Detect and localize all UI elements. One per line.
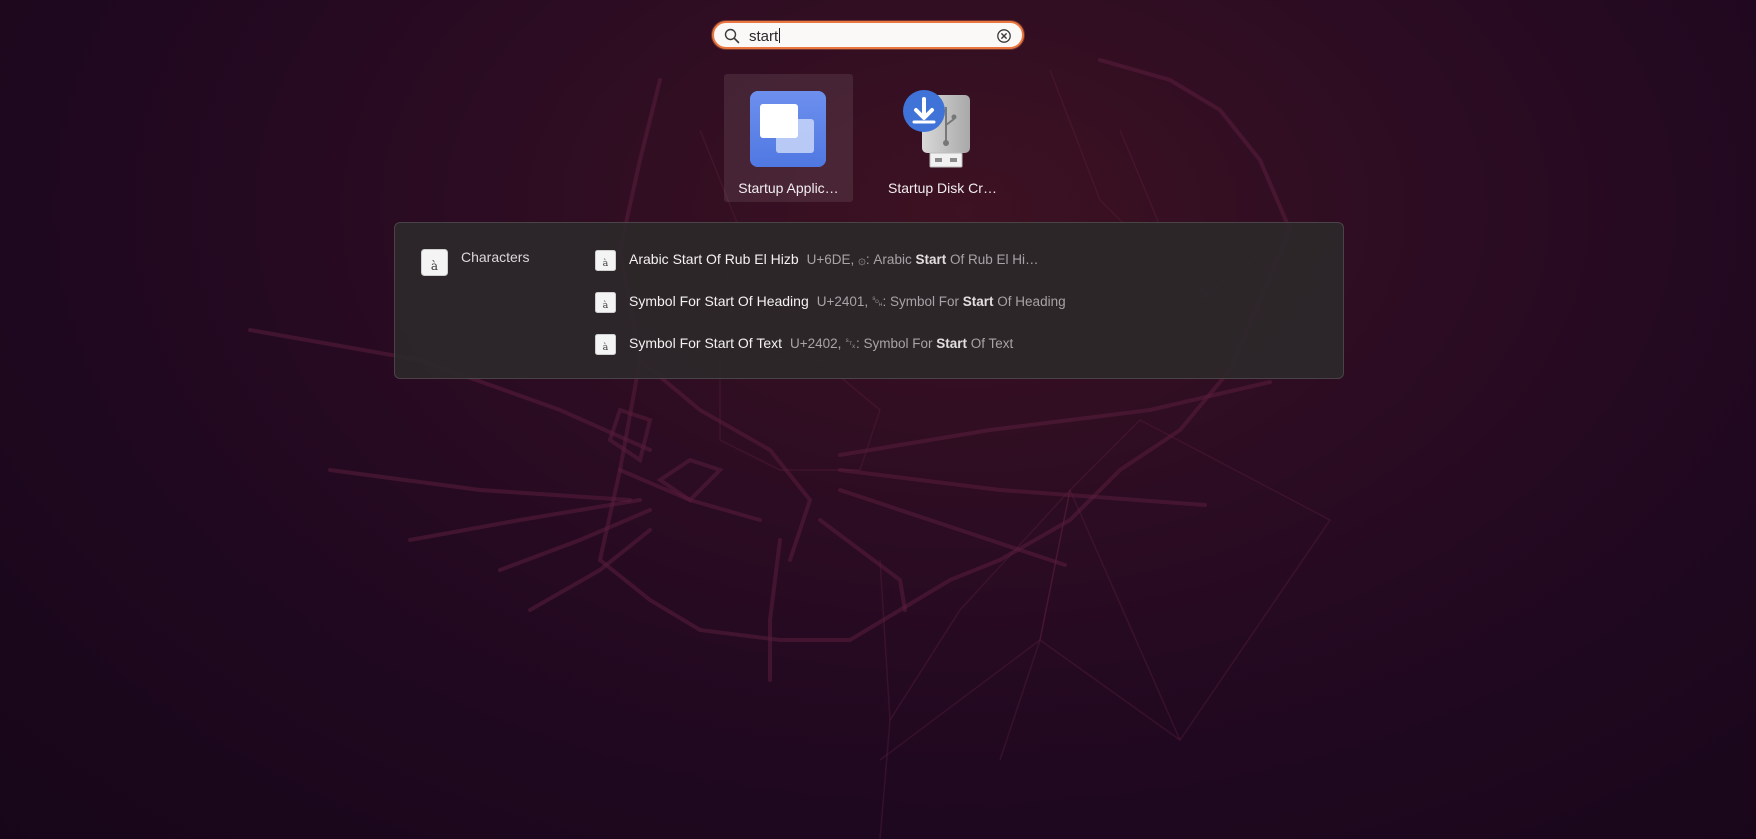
app-startup-disk-creator[interactable]: Startup Disk Cr… [878,74,1007,202]
svg-text:à: à [603,258,609,269]
search-results-panel: à Characters à Arabic Start Of Rub El Hi… [394,222,1344,379]
search-icon [724,28,740,49]
character-icon: à [595,292,616,318]
svg-text:à: à [603,342,609,353]
svg-text:à: à [603,300,609,311]
character-icon: à [595,334,616,360]
search-input[interactable]: start [749,28,781,45]
app-label: Startup Disk Cr… [888,180,997,196]
characters-app-icon: à [421,249,448,281]
provider-name: Characters [461,249,530,265]
result-row[interactable]: à Symbol For Start Of Heading U+2401, ␁: … [595,290,1315,314]
result-name: Arabic Start Of Rub El Hizb U+6DE, ۞: Ara… [629,251,1039,267]
text-caret [779,28,781,43]
character-icon: à [595,250,616,276]
startup-disk-creator-icon [902,89,982,169]
result-description: U+6DE, ۞: Arabic Start Of Rub El Hi… [806,252,1039,267]
app-label: Startup Applic… [738,180,839,196]
result-description: U+2402, ␂: Symbol For Start Of Text [790,336,1014,351]
svg-text:à: à [431,259,438,273]
result-row[interactable]: à Symbol For Start Of Text U+2402, ␂: Sym… [595,332,1315,356]
result-description: U+2401, ␁: Symbol For Start Of Heading [816,294,1066,309]
app-startup-applications[interactable]: Startup Applic… [724,74,853,202]
startup-applications-icon [748,89,828,169]
clear-icon[interactable] [996,28,1012,49]
result-name: Symbol For Start Of Heading U+2401, ␁: Sy… [629,293,1066,309]
search-entry[interactable]: start [712,21,1024,49]
result-row[interactable]: à Arabic Start Of Rub El Hizb U+6DE, ۞: A… [595,248,1315,272]
result-name: Symbol For Start Of Text U+2402, ␂: Symbo… [629,335,1014,351]
